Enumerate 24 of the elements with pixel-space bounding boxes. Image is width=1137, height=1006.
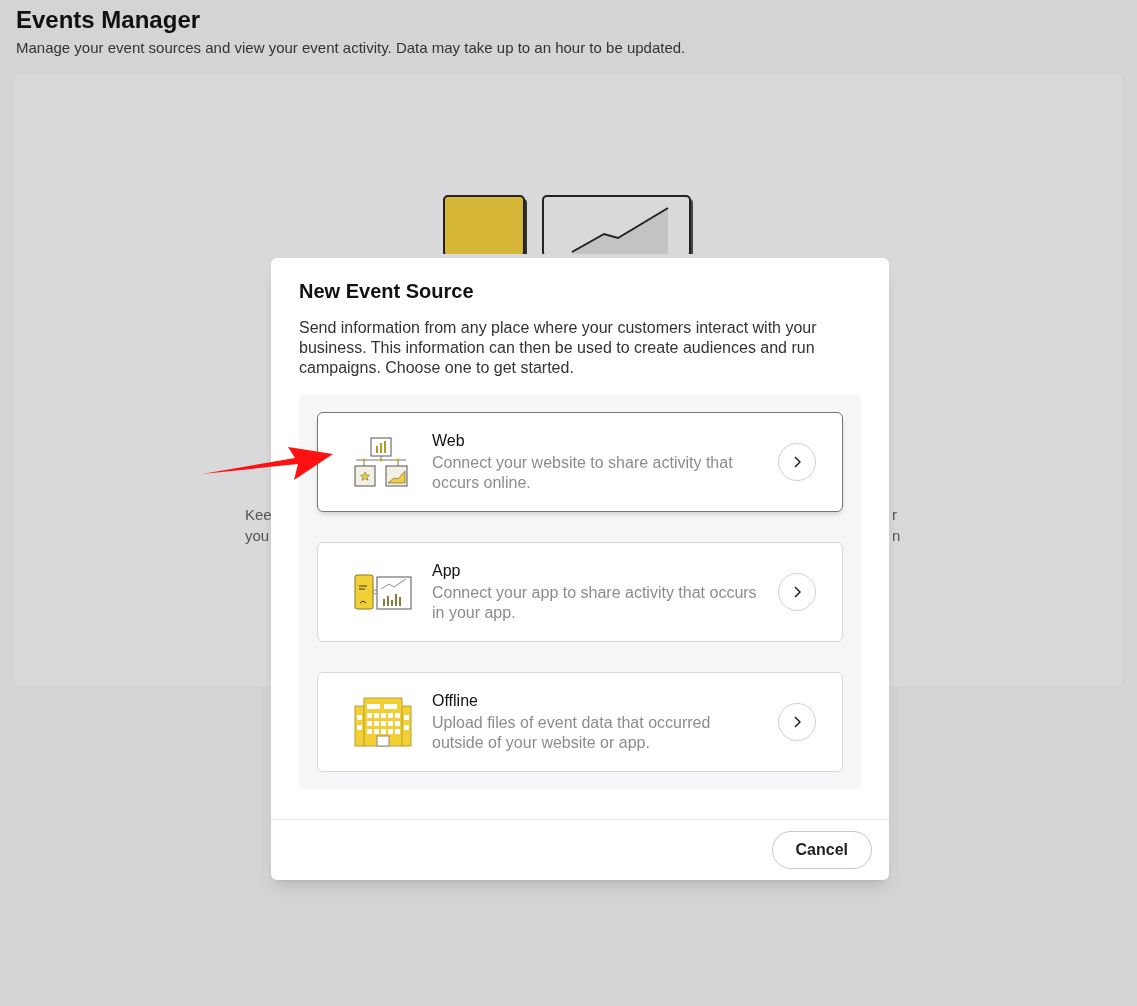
- hidden-text-fragment: Kee: [245, 505, 271, 525]
- option-title: Offline: [432, 691, 479, 711]
- option-description: Connect your website to share activity that occurs online.: [432, 453, 734, 493]
- chevron-right-icon: [793, 586, 801, 598]
- building-icon: [354, 697, 412, 747]
- option-title: Web: [432, 431, 466, 451]
- option-description: Connect your app to share activity that occurs in your app.: [432, 583, 758, 623]
- source-option[interactable]: App Connect your app to share activity that occurs in your app.: [317, 542, 843, 642]
- option-description: Upload files of event data that occurred outside of your website or app.: [432, 713, 712, 753]
- website-diagram-icon: [354, 436, 408, 488]
- page-subtitle: Manage your event sources and view your event activity. Data may take up to an hour to be updated.: [16, 38, 687, 58]
- source-option[interactable]: Offline Upload files of event data that occurred outside of your website or app.: [317, 672, 843, 772]
- dialog-description: Send information from any place where your customers interact with your business. This information can then be used to create audiences and run campaigns. Choose one to get started.: [299, 318, 818, 378]
- chevron-right-icon: [793, 456, 801, 468]
- hidden-text-fragment: r: [892, 505, 898, 525]
- hidden-text-fragment: n: [892, 526, 901, 546]
- dialog-title: New Event Source: [299, 279, 475, 304]
- chevron-right-icon: [793, 716, 801, 728]
- ad-and-chart-icon: [354, 573, 412, 611]
- hidden-text-fragment: you: [245, 526, 271, 546]
- option-title: App: [432, 561, 462, 581]
- cancel-button[interactable]: Cancel: [771, 831, 872, 869]
- source-option[interactable]: Web Connect your website to share activity that occurs online.: [317, 412, 843, 512]
- page-title: Events Manager: [16, 5, 202, 35]
